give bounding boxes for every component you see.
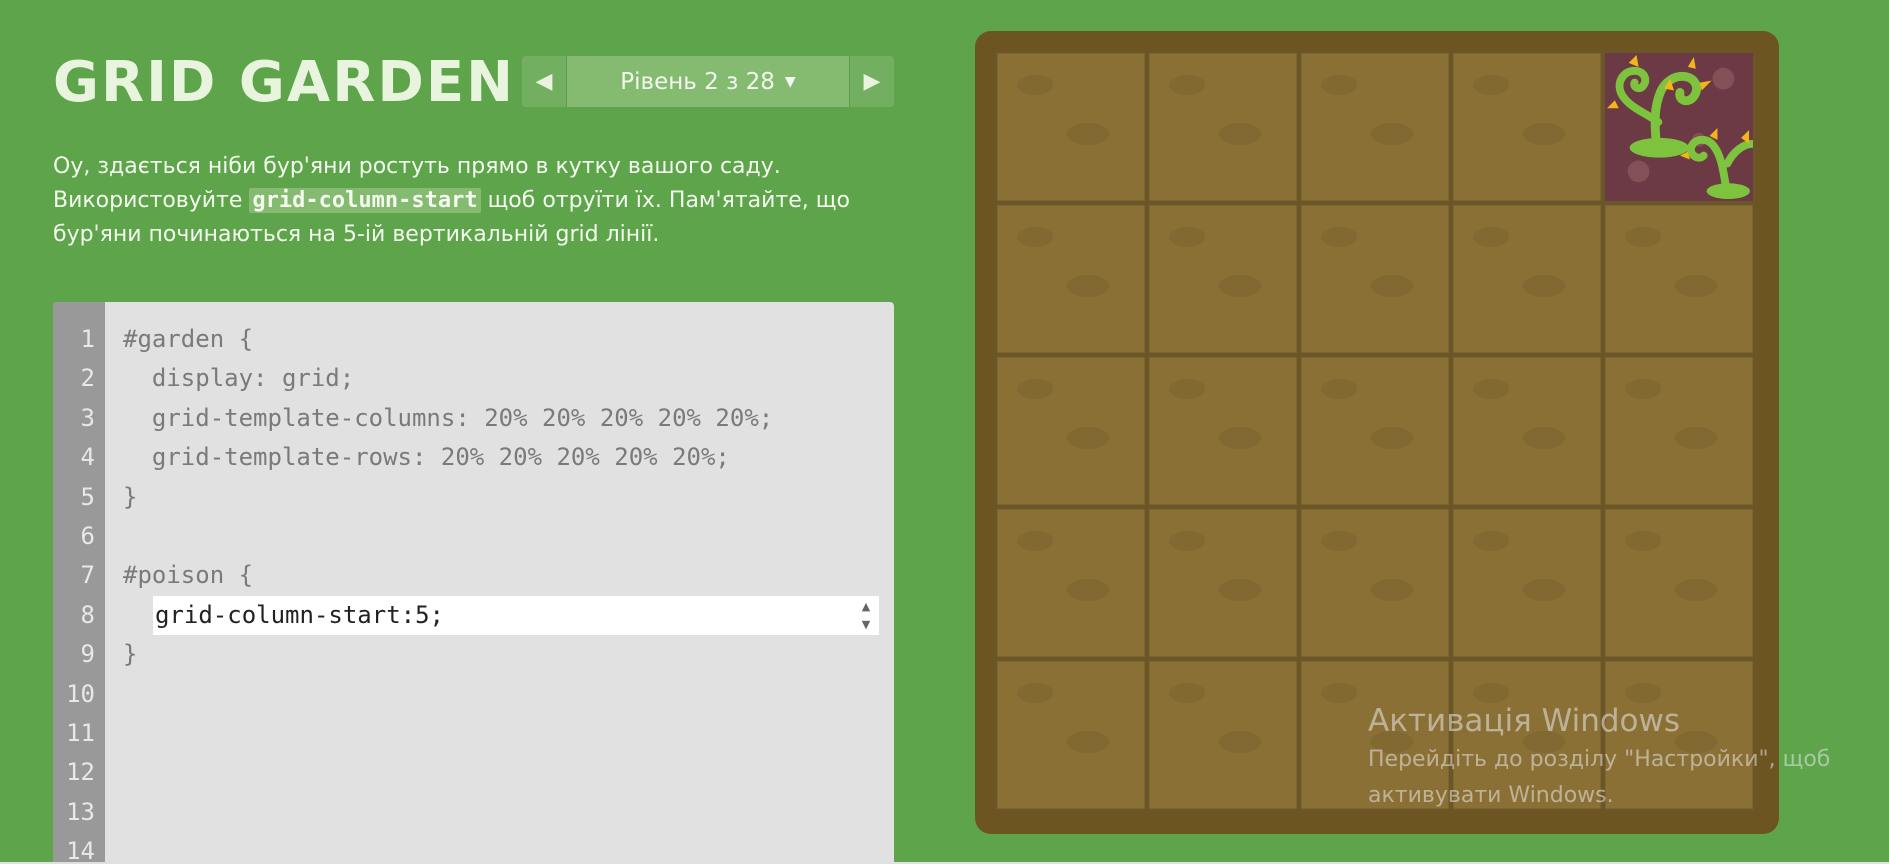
caret-down-icon: ▼	[784, 73, 796, 90]
soil-tile	[995, 659, 1147, 811]
soil-tile	[1299, 203, 1451, 355]
line-number: 2	[80, 364, 95, 393]
line-number: 9	[80, 640, 95, 669]
code-line: #garden {	[123, 325, 254, 353]
soil-tile	[995, 51, 1147, 203]
soil-tile	[1451, 355, 1603, 507]
code-line: }	[123, 640, 138, 669]
line-number: 11	[66, 718, 95, 747]
soil-tile	[1603, 203, 1755, 355]
garden-board	[975, 31, 1779, 834]
line-number: 4	[80, 443, 95, 472]
arrow-right-icon: ▶	[863, 69, 881, 94]
spinner-up-icon[interactable]: ▲	[862, 600, 870, 614]
code-line: display: grid;	[123, 364, 355, 393]
line-number: 5	[80, 482, 95, 511]
soil-tile	[1147, 355, 1299, 507]
next-level-button[interactable]: ▶	[849, 56, 894, 107]
game-title: GRID GARDEN	[53, 50, 515, 115]
soil-tile	[995, 507, 1147, 659]
instructions-code-keyword: grid-column-start	[249, 188, 481, 213]
soil-tile	[1299, 355, 1451, 507]
line-number: 6	[80, 521, 95, 550]
line-number: 7	[80, 561, 95, 590]
soil-tile	[1603, 507, 1755, 659]
soil-tile	[1451, 659, 1603, 811]
soil-tile	[1147, 51, 1299, 203]
soil-tile	[995, 355, 1147, 507]
soil-tile	[1299, 507, 1451, 659]
soil-tile	[1603, 355, 1755, 507]
soil-tile	[1299, 51, 1451, 203]
soil-tile	[995, 203, 1147, 355]
soil-tile	[1147, 203, 1299, 355]
garden-grid	[995, 51, 1755, 811]
level-instructions: Оу, здається ніби бур'яни ростуть прямо …	[53, 150, 893, 252]
spinner-down-icon[interactable]: ▼	[862, 618, 870, 632]
arrow-left-icon: ◀	[535, 69, 553, 94]
soil-tile	[1451, 203, 1603, 355]
weed-plant-icon	[1606, 54, 1753, 200]
soil-tile	[1603, 659, 1755, 811]
line-number: 3	[80, 403, 95, 432]
previous-level-button[interactable]: ◀	[522, 56, 567, 107]
weed-bed	[1603, 51, 1755, 203]
code-line: }	[123, 482, 138, 511]
css-answer-input[interactable]	[153, 595, 837, 636]
code-line: grid-template-columns: 20% 20% 20% 20% 2…	[123, 403, 774, 432]
line-number: 1	[80, 325, 95, 353]
level-select-dropdown[interactable]: Рівень 2 з 28 ▼	[567, 56, 849, 107]
line-number-gutter: 1 2 3 4 5 6 7 8 9 10 11 12 13 14	[53, 302, 105, 864]
line-number: 10	[66, 679, 95, 708]
soil-tile	[1451, 51, 1603, 203]
input-spinner[interactable]: ▲ ▼	[857, 600, 875, 632]
css-editor: 1 2 3 4 5 6 7 8 9 10 11 12 13 14 #garden…	[53, 302, 894, 864]
soil-tile	[1147, 507, 1299, 659]
line-number: 13	[66, 797, 95, 826]
line-number: 12	[66, 758, 95, 787]
css-input-container: ▲ ▼	[153, 595, 879, 636]
code-line: #poison {	[123, 561, 254, 590]
line-number: 8	[80, 600, 95, 629]
soil-tile	[1299, 659, 1451, 811]
level-navigation: ◀ Рівень 2 з 28 ▼ ▶	[522, 56, 894, 107]
line-number: 14	[66, 837, 95, 864]
soil-tile	[1451, 507, 1603, 659]
code-line: grid-template-rows: 20% 20% 20% 20% 20%;	[123, 443, 730, 472]
level-label: Рівень 2 з 28	[620, 68, 775, 95]
soil-tile	[1147, 659, 1299, 811]
code-area: #garden { display: grid; grid-template-c…	[123, 320, 884, 675]
